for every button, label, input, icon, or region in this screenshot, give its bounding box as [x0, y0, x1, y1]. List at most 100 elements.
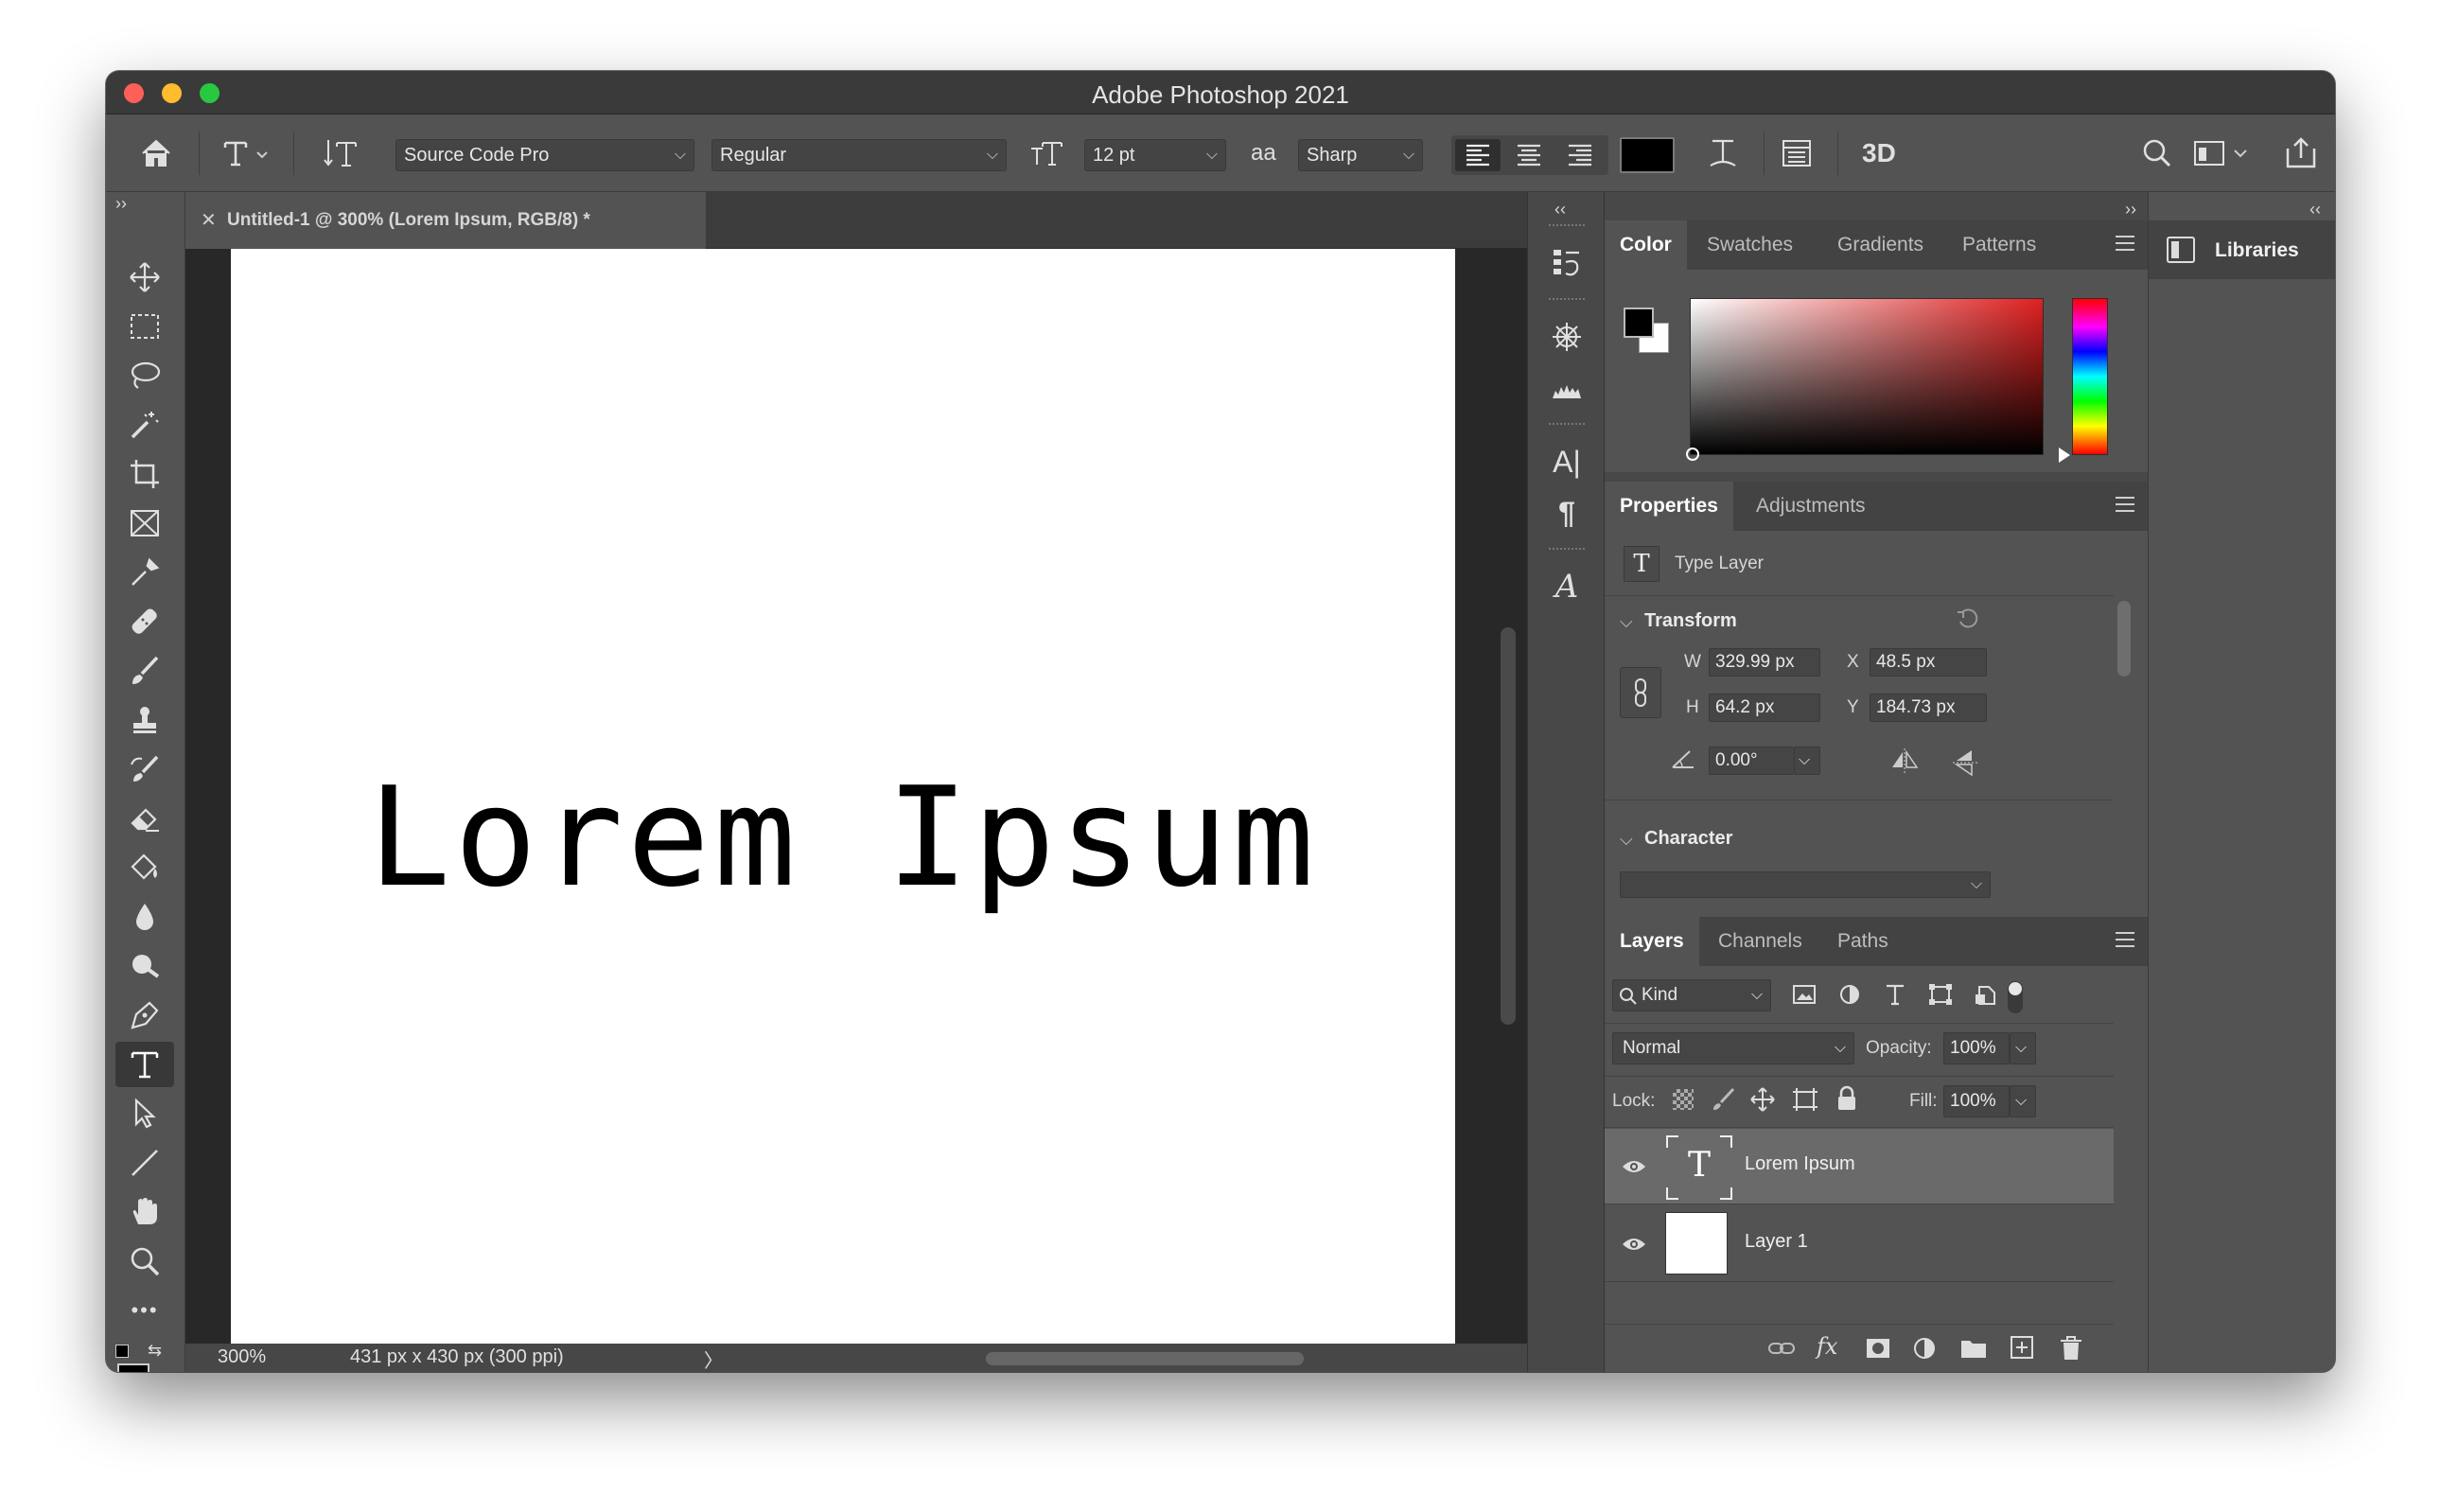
collapse-strip-icon[interactable]: ‹‹	[1554, 200, 1566, 220]
horizontal-scrollbar[interactable]	[986, 1352, 1304, 1365]
align-right-icon[interactable]	[1557, 139, 1603, 171]
share-icon[interactable]	[2284, 114, 2318, 192]
vertical-scrollbar[interactable]	[1501, 627, 1516, 1025]
color-panel-menu-icon[interactable]	[2116, 236, 2134, 251]
default-colors-icon[interactable]	[115, 1345, 129, 1358]
transform-section-title[interactable]: Transform	[1644, 610, 1737, 632]
line-tool-icon[interactable]	[115, 1140, 174, 1186]
navigator-panel-icon[interactable]	[1543, 315, 1590, 359]
paint-bucket-tool-icon[interactable]	[115, 845, 174, 890]
paragraph-panel-icon[interactable]: ¶	[1543, 491, 1590, 535]
align-center-icon[interactable]	[1506, 139, 1552, 171]
dodge-tool-icon[interactable]	[115, 943, 174, 989]
character-paragraph-panel-icon[interactable]	[1781, 114, 1813, 192]
more-tools-icon[interactable]: •••	[115, 1288, 174, 1333]
shape-layer-filter-icon[interactable]	[1928, 983, 1953, 1011]
marquee-tool-icon[interactable]	[115, 304, 174, 349]
character-font-field[interactable]: ⌵	[1620, 871, 1991, 898]
type-layer-filter-icon[interactable]	[1883, 983, 1907, 1011]
frame-tool-icon[interactable]	[115, 501, 174, 546]
tab-color[interactable]: Color	[1605, 220, 1687, 270]
pen-tool-icon[interactable]	[115, 993, 174, 1038]
reset-transform-icon[interactable]	[1955, 607, 1981, 638]
width-field[interactable]: 329.99 px	[1709, 648, 1820, 677]
close-document-icon[interactable]: ✕	[201, 192, 217, 249]
adjustment-layer-filter-icon[interactable]	[1837, 983, 1862, 1011]
chevron-down-icon[interactable]: ⌵	[1620, 830, 1633, 850]
glyphs-panel-icon[interactable]: A	[1543, 565, 1590, 608]
canvas-text-layer[interactable]: Lorem Ipsum	[231, 769, 1455, 906]
layer-style-fx-icon[interactable]: fx	[1817, 1333, 1837, 1360]
flip-horizontal-icon[interactable]	[1888, 747, 1921, 780]
visibility-eye-icon[interactable]	[1622, 1235, 1646, 1258]
layer-name[interactable]: Lorem Ipsum	[1745, 1153, 1855, 1175]
pixel-layer-filter-icon[interactable]	[1792, 983, 1817, 1011]
character-section-title[interactable]: Character	[1644, 828, 1732, 850]
properties-scrollbar[interactable]	[2117, 601, 2131, 677]
layer-row-layer-1[interactable]: Layer 1	[1605, 1206, 2114, 1282]
lock-all-icon[interactable]	[1835, 1085, 1858, 1116]
type-tool-icon[interactable]	[115, 1042, 174, 1087]
tab-properties[interactable]: Properties	[1605, 482, 1733, 531]
collapse-dock-icon[interactable]: ››	[2125, 200, 2136, 220]
search-icon[interactable]	[2142, 114, 2172, 192]
histogram-panel-icon[interactable]	[1543, 366, 1590, 410]
layer-name[interactable]: Layer 1	[1745, 1231, 1808, 1253]
color-field[interactable]	[1690, 298, 2044, 455]
libraries-button[interactable]: Libraries	[2149, 220, 2335, 279]
flip-vertical-icon[interactable]	[1951, 747, 1979, 783]
3d-button[interactable]: 3D	[1862, 114, 1896, 192]
font-family-select[interactable]: Source Code Pro ⌵	[395, 139, 694, 171]
chevron-down-icon[interactable]: ⌵	[1620, 612, 1633, 632]
collapse-libraries-icon[interactable]: ‹‹	[2309, 200, 2321, 220]
smart-object-filter-icon[interactable]	[1974, 983, 1998, 1011]
history-brush-tool-icon[interactable]	[115, 747, 174, 792]
font-size-select[interactable]: 12 pt ⌵	[1084, 139, 1226, 171]
x-field[interactable]: 48.5 px	[1870, 648, 1987, 677]
layer-row-lorem-ipsum[interactable]: T Lorem Ipsum	[1605, 1129, 2114, 1204]
hand-tool-icon[interactable]	[115, 1189, 174, 1235]
lasso-tool-icon[interactable]	[115, 353, 174, 398]
link-layers-icon[interactable]	[1767, 1339, 1796, 1363]
fill-dropdown-icon[interactable]: ⌵	[2010, 1085, 2036, 1117]
opacity-dropdown-icon[interactable]: ⌵	[2010, 1032, 2036, 1064]
tab-paths[interactable]: Paths	[1822, 917, 1904, 966]
layer-filter-select[interactable]: Kind ⌵	[1612, 979, 1771, 1011]
zoom-tool-icon[interactable]	[115, 1239, 174, 1284]
document-tab[interactable]: ✕ Untitled-1 @ 300% (Lorem Ipsum, RGB/8)…	[185, 192, 706, 249]
font-style-select[interactable]: Regular ⌵	[711, 139, 1007, 171]
lock-artboard-icon[interactable]	[1792, 1087, 1818, 1116]
tab-gradients[interactable]: Gradients	[1822, 220, 1939, 270]
tab-adjustments[interactable]: Adjustments	[1741, 482, 1881, 531]
status-menu-icon[interactable]: 〉	[704, 1345, 723, 1372]
new-group-icon[interactable]	[1960, 1337, 1987, 1364]
move-tool-icon[interactable]	[115, 255, 174, 300]
lock-transparent-pixels-icon[interactable]	[1673, 1089, 1694, 1110]
y-field[interactable]: 184.73 px	[1870, 694, 1987, 722]
type-tool-preset-icon[interactable]	[223, 114, 272, 192]
healing-brush-tool-icon[interactable]	[115, 599, 174, 644]
magic-wand-tool-icon[interactable]	[115, 402, 174, 448]
blur-tool-icon[interactable]	[115, 894, 174, 940]
antialias-select[interactable]: Sharp ⌵	[1298, 139, 1423, 171]
path-selection-tool-icon[interactable]	[115, 1091, 174, 1136]
angle-dropdown-icon[interactable]: ⌵	[1794, 747, 1820, 775]
tab-channels[interactable]: Channels	[1703, 917, 1818, 966]
swap-colors-icon[interactable]: ⇆	[148, 1341, 162, 1361]
character-panel-icon[interactable]: A|	[1543, 440, 1590, 483]
eraser-tool-icon[interactable]	[115, 796, 174, 841]
blend-mode-select[interactable]: Normal ⌵	[1612, 1032, 1854, 1064]
collapse-toolbar-icon[interactable]: ››	[115, 194, 127, 214]
delete-layer-icon[interactable]	[2059, 1335, 2083, 1366]
height-field[interactable]: 64.2 px	[1709, 694, 1820, 722]
align-left-icon[interactable]	[1455, 139, 1501, 171]
foreground-color-swatch[interactable]	[117, 1363, 149, 1372]
tab-layers[interactable]: Layers	[1605, 917, 1699, 966]
text-color-swatch[interactable]	[1620, 137, 1675, 173]
properties-panel-menu-icon[interactable]	[2116, 497, 2134, 512]
toggle-text-orientation-icon[interactable]	[324, 114, 358, 192]
tab-swatches[interactable]: Swatches	[1692, 220, 1808, 270]
link-dimensions-button[interactable]	[1620, 667, 1661, 718]
visibility-eye-icon[interactable]	[1622, 1157, 1646, 1181]
canvas[interactable]: Lorem Ipsum	[231, 249, 1455, 1353]
